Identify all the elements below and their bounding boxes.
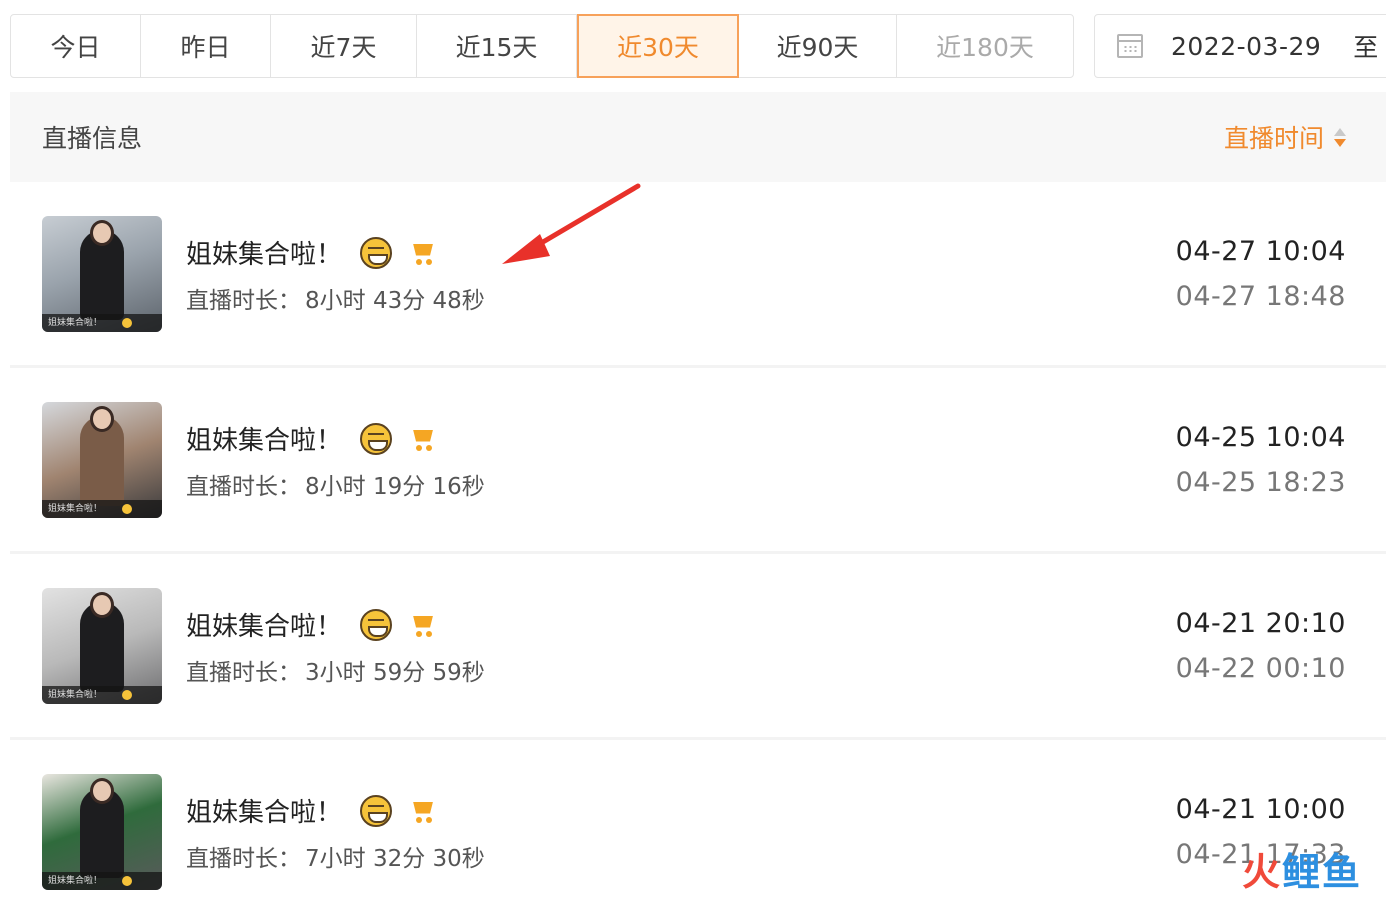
- tab-7-days[interactable]: 近7天: [271, 15, 417, 77]
- live-start-time: 04-25 10:04: [1175, 421, 1346, 453]
- live-thumbnail[interactable]: 姐妹集合啦！: [42, 401, 162, 518]
- live-title[interactable]: 姐妹集合啦！: [186, 606, 342, 643]
- live-thumbnail[interactable]: 姐妹集合啦！: [42, 215, 162, 332]
- grin-emoji-icon: [360, 794, 393, 827]
- tab-30-days[interactable]: 近30天: [577, 14, 739, 78]
- live-row[interactable]: 姐妹集合啦！ 姐妹集合啦！ 直播时长： 8小时 19分 16秒 04-25 10:…: [10, 368, 1386, 554]
- watermark-logo: 火鲤鱼: [1241, 850, 1362, 894]
- tab-15-days[interactable]: 近15天: [417, 15, 577, 77]
- live-row[interactable]: 姐妹集合啦！ 姐妹集合啦！ 直播时长： 3小时 59分 59秒 04-21 20:…: [10, 554, 1386, 740]
- date-range-picker[interactable]: 2022-03-29 至: [1094, 14, 1386, 78]
- live-thumbnail[interactable]: 姐妹集合啦！: [42, 773, 162, 890]
- live-start-time: 04-21 10:00: [1175, 793, 1346, 825]
- shopping-cart-icon: [410, 799, 436, 823]
- live-duration: 7小时 32分 30秒: [305, 845, 485, 872]
- shopping-cart-icon: [410, 241, 436, 265]
- sort-icon: [1334, 127, 1346, 147]
- shopping-cart-icon: [410, 427, 436, 451]
- tab-180-days[interactable]: 近180天: [897, 15, 1073, 77]
- table-header: 直播信息 直播时间: [10, 92, 1386, 182]
- thumbnail-caption: 姐妹集合啦！: [42, 685, 162, 704]
- duration-label: 直播时长：: [186, 845, 301, 872]
- duration-label: 直播时长：: [186, 287, 301, 314]
- live-end-time: 04-22 00:10: [1175, 652, 1346, 684]
- annotation-arrow-icon: [502, 183, 641, 264]
- thumbnail-caption: 姐妹集合啦！: [42, 313, 162, 332]
- grin-emoji-icon: [360, 608, 393, 641]
- tab-90-days[interactable]: 近90天: [739, 15, 897, 77]
- shopping-cart-icon: [410, 613, 436, 637]
- live-duration: 8小时 43分 48秒: [305, 287, 485, 314]
- live-end-time: 04-27 18:48: [1175, 280, 1346, 312]
- live-title[interactable]: 姐妹集合啦！: [186, 234, 342, 271]
- live-row[interactable]: 姐妹集合啦！ 姐妹集合啦！ 直播时长： 8小时 43分 48秒 04-27 10:…: [10, 182, 1386, 368]
- thumbnail-caption: 姐妹集合啦！: [42, 871, 162, 890]
- live-start-time: 04-21 20:10: [1175, 607, 1346, 639]
- tab-yesterday[interactable]: 昨日: [141, 15, 271, 77]
- live-title[interactable]: 姐妹集合啦！: [186, 420, 342, 457]
- grin-emoji-icon: [360, 236, 393, 269]
- thumbnail-caption: 姐妹集合啦！: [42, 499, 162, 518]
- grin-emoji-icon: [360, 422, 393, 455]
- duration-label: 直播时长：: [186, 659, 301, 686]
- tab-today[interactable]: 今日: [11, 15, 141, 77]
- column-live-info: 直播信息: [42, 124, 143, 153]
- date-range-tabs: 今日 昨日 近7天 近15天 近30天 近90天 近180天: [10, 14, 1074, 78]
- live-end-time: 04-25 18:23: [1175, 466, 1346, 498]
- live-list-panel: 直播信息 直播时间 姐妹集合啦！ 姐妹集合啦！ 直播时长： 8小时 43分 48秒…: [10, 92, 1386, 902]
- live-start-time: 04-27 10:04: [1175, 235, 1346, 267]
- sort-by-live-time[interactable]: 直播时间: [1224, 119, 1346, 155]
- date-start-field[interactable]: 2022-03-29: [1171, 32, 1321, 61]
- duration-label: 直播时长：: [186, 473, 301, 500]
- live-row[interactable]: 姐妹集合啦！ 姐妹集合啦！ 直播时长： 7小时 32分 30秒 04-21 10:…: [10, 740, 1386, 902]
- live-duration: 3小时 59分 59秒: [305, 659, 485, 686]
- live-thumbnail[interactable]: 姐妹集合啦！: [42, 587, 162, 704]
- live-duration: 8小时 19分 16秒: [305, 473, 485, 500]
- date-separator: 至: [1353, 33, 1379, 62]
- sort-label: 直播时间: [1223, 124, 1324, 153]
- live-title[interactable]: 姐妹集合啦！: [186, 792, 342, 829]
- calendar-icon: [1117, 34, 1143, 58]
